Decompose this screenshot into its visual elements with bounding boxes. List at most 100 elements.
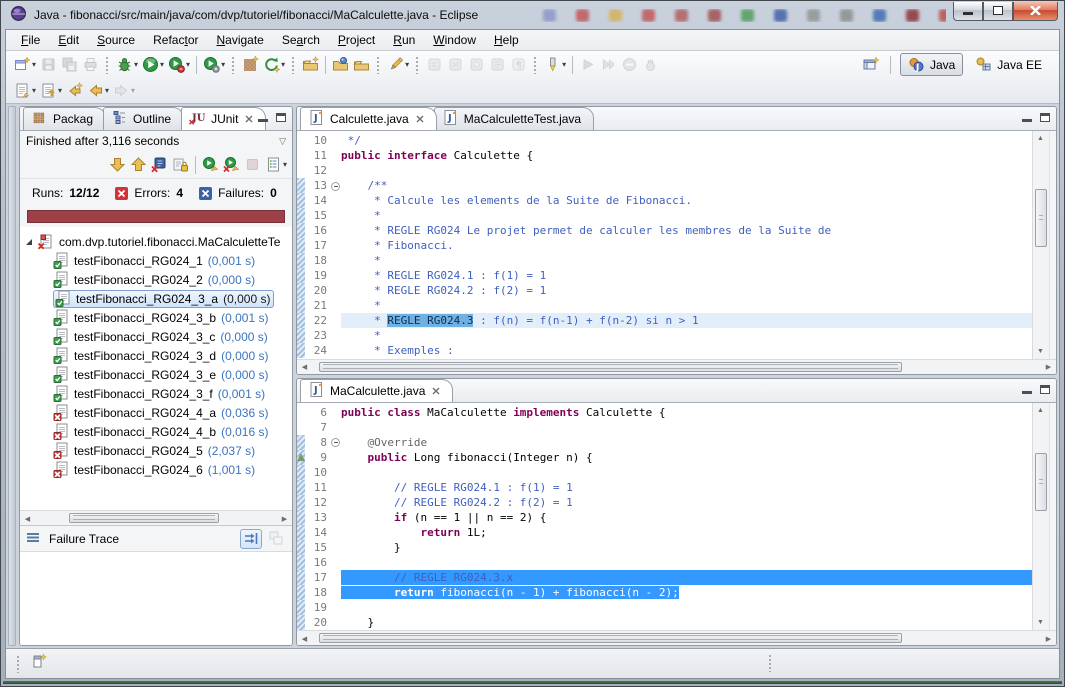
editor-tab-macalculettetest-java[interactable]: JMaCalculetteTest.java <box>434 107 594 130</box>
code-line[interactable]: 7 <box>297 420 1032 435</box>
code-text[interactable]: * REGLE RG024.1 : f(1) = 1 <box>341 268 1032 283</box>
minimize-button[interactable] <box>953 2 983 21</box>
open-resource-button[interactable] <box>351 53 372 76</box>
code-text[interactable]: // REGLE RG024.3.x <box>341 570 1032 585</box>
debug-button[interactable]: ▾ <box>114 53 140 76</box>
code-text[interactable]: } <box>341 615 1032 630</box>
code-line[interactable]: 17 * Fibonacci. <box>297 238 1032 253</box>
test-row[interactable]: testFibonacci_RG024_5(2,037 s) <box>20 441 292 460</box>
code-line[interactable]: 12 <box>297 163 1032 178</box>
perspective-java[interactable]: JJava <box>900 53 963 76</box>
dropdown-arrow-icon[interactable]: ▾ <box>281 60 285 69</box>
code-text[interactable] <box>341 163 1032 178</box>
menu-item-window[interactable]: Window <box>424 32 485 48</box>
code-line[interactable]: 14 return 1L; <box>297 525 1032 540</box>
code-line[interactable]: 9 public Long fibonacci(Integer n) { <box>297 450 1032 465</box>
menu-item-file[interactable]: File <box>12 32 49 48</box>
test-row[interactable]: testFibonacci_RG024_3_e(0,000 s) <box>20 365 292 384</box>
code-line[interactable]: 13 /** <box>297 178 1032 193</box>
view-tab-packag[interactable]: Packag <box>23 107 106 130</box>
code-text[interactable]: * <box>341 298 1032 313</box>
code-text[interactable]: @Override <box>341 435 1032 450</box>
maximize-button[interactable] <box>983 2 1013 21</box>
new-junit-test-button[interactable] <box>240 53 261 76</box>
failure-trace-body[interactable] <box>20 551 292 645</box>
junit-test-tree[interactable]: com.dvp.tutoriel.fibonacci.MaCalculetteT… <box>20 227 292 510</box>
tree-horizontal-scrollbar[interactable]: ◀▶ <box>20 510 292 525</box>
rerun-test-button[interactable] <box>200 153 221 176</box>
close-tab-icon[interactable] <box>245 112 253 126</box>
code-text[interactable]: * REGLE RG024.3 : f(n) = f(n-1) + f(n-2)… <box>341 313 1032 328</box>
code-text[interactable] <box>341 555 1032 570</box>
dropdown-arrow-icon[interactable]: ▾ <box>105 86 109 95</box>
test-row[interactable]: testFibonacci_RG024_4_b(0,016 s) <box>20 422 292 441</box>
dropdown-arrow-icon[interactable]: ▾ <box>32 60 36 69</box>
fast-view-icon[interactable] <box>31 653 48 675</box>
code-line[interactable]: 15 } <box>297 540 1032 555</box>
code-line[interactable]: 18 * <box>297 253 1032 268</box>
test-row[interactable]: testFibonacci_RG024_3_c(0,000 s) <box>20 327 292 346</box>
coverage-button[interactable]: ▾ <box>166 53 192 76</box>
test-suite-row[interactable]: com.dvp.tutoriel.fibonacci.MaCalculetteT… <box>20 232 292 251</box>
code-text[interactable]: */ <box>341 133 1032 148</box>
code-line[interactable]: 12 // REGLE RG024.2 : f(2) = 1 <box>297 495 1032 510</box>
menu-item-search[interactable]: Search <box>273 32 329 48</box>
dropdown-arrow-icon[interactable]: ▾ <box>131 86 135 95</box>
tree-expander-icon[interactable] <box>26 239 32 245</box>
open-task-button[interactable] <box>300 53 321 76</box>
code-line[interactable]: 11public interface Calculette { <box>297 148 1032 163</box>
code-line[interactable]: 20 * REGLE RG024.2 : f(2) = 1 <box>297 283 1032 298</box>
code-text[interactable]: /** <box>341 178 1032 193</box>
code-text[interactable]: * Exemples : <box>341 343 1032 358</box>
code-line[interactable]: 18 return fibonacci(n - 1) + fibonacci(n… <box>297 585 1032 600</box>
test-row[interactable]: testFibonacci_RG024_6(1,001 s) <box>20 460 292 479</box>
test-row[interactable]: testFibonacci_RG024_3_a(0,000 s) <box>20 289 292 308</box>
editor-maximize-icon[interactable] <box>1040 385 1050 394</box>
code-text[interactable]: * <box>341 253 1032 268</box>
test-row[interactable]: testFibonacci_RG024_2(0,000 s) <box>20 270 292 289</box>
code-line[interactable]: 6public class MaCalculette implements Ca… <box>297 405 1032 420</box>
view-maximize-icon[interactable] <box>276 113 286 122</box>
test-row[interactable]: testFibonacci_RG024_3_f(0,001 s) <box>20 384 292 403</box>
code-text[interactable]: // REGLE RG024.1 : f(1) = 1 <box>341 480 1032 495</box>
collapse-icon[interactable] <box>331 438 340 447</box>
code-line[interactable]: 11 // REGLE RG024.1 : f(1) = 1 <box>297 480 1032 495</box>
menu-item-navigate[interactable]: Navigate <box>207 32 272 48</box>
dropdown-arrow-icon[interactable]: ▾ <box>32 86 36 95</box>
collapse-icon[interactable] <box>331 182 340 191</box>
menu-item-help[interactable]: Help <box>485 32 528 48</box>
code-line[interactable]: 10 <box>297 465 1032 480</box>
menu-item-source[interactable]: Source <box>88 32 144 48</box>
last-edit-location-button[interactable] <box>64 79 85 102</box>
test-row[interactable]: testFibonacci_RG024_1(0,001 s) <box>20 251 292 270</box>
close-tab-icon[interactable] <box>432 384 440 398</box>
code-line[interactable]: 15 * <box>297 208 1032 223</box>
editor-minimize-icon[interactable] <box>1022 113 1032 122</box>
view-menu-icon[interactable]: ▽ <box>279 136 286 147</box>
menu-item-edit[interactable]: Edit <box>49 32 88 48</box>
editor-minimize-icon[interactable] <box>1022 385 1032 394</box>
code-line[interactable]: 17 // REGLE RG024.3.x <box>297 570 1032 585</box>
mark-occurrences-button[interactable]: ▾ <box>542 53 568 76</box>
horizontal-scrollbar[interactable]: ◀▶ <box>297 359 1056 374</box>
test-history-button[interactable]: ▾ <box>263 153 289 176</box>
skipped-only-button[interactable] <box>170 153 191 176</box>
code-text[interactable] <box>341 600 1032 615</box>
code-line[interactable]: 14 * Calcule les elements de la Suite de… <box>297 193 1032 208</box>
new-java-element-button[interactable]: ▾ <box>12 79 38 102</box>
code-text[interactable] <box>341 465 1032 480</box>
code-text[interactable]: * Calcule les elements de la Suite de Fi… <box>341 193 1032 208</box>
code-text[interactable]: * <box>341 208 1032 223</box>
push-change-button[interactable]: ▾ <box>38 79 64 102</box>
open-type-button[interactable] <box>330 53 351 76</box>
perspective-java-ee[interactable]: Java EE <box>968 53 1049 76</box>
code-line[interactable]: 24 * Exemples : <box>297 343 1032 358</box>
menu-item-refactor[interactable]: Refactor <box>144 32 207 48</box>
code-line[interactable]: 16 <box>297 555 1032 570</box>
dropdown-arrow-icon[interactable]: ▾ <box>58 86 62 95</box>
new-wizard-button[interactable]: ▾ <box>12 53 38 76</box>
code-text[interactable] <box>341 420 1032 435</box>
view-tab-outline[interactable]: Outline <box>103 107 184 130</box>
next-failure-button[interactable] <box>107 153 128 176</box>
code-line[interactable]: 22 * REGLE RG024.3 : f(n) = f(n-1) + f(n… <box>297 313 1032 328</box>
